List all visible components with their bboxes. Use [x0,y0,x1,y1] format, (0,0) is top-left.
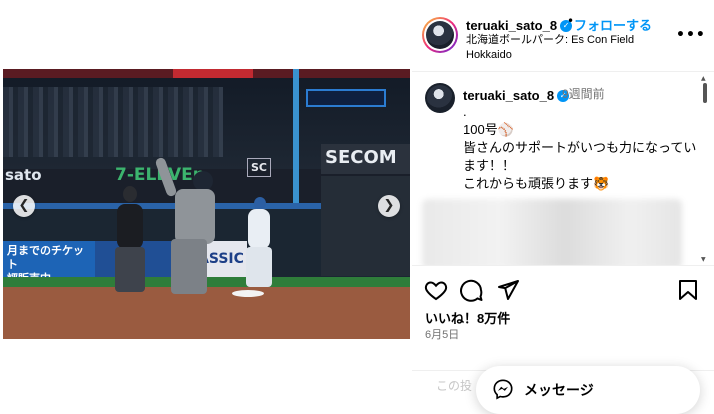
umpire-head [123,186,137,202]
bookmark-save-icon[interactable] [676,278,700,302]
messenger-icon [493,379,513,400]
scroll-down-icon[interactable]: ▼ [701,256,706,263]
runner-body [175,189,215,244]
caption-avatar[interactable] [425,83,455,113]
logo-secom: SECOM [321,144,410,174]
umpire-legs [115,247,145,292]
ad-ticket-text: 月までのチケット 評販売中 [3,241,95,285]
next-arrow-icon[interactable]: ❯ [378,195,400,217]
share-send-icon[interactable] [496,278,520,302]
header-username-row: teruaki_sato_8 ✓ [466,15,573,34]
more-options-icon[interactable]: ••• [676,27,706,43]
top-banner-red [173,69,253,78]
post-date: 6月5日 [425,329,460,341]
post-panel: teruaki_sato_8 ✓ • フォローする 北海道ボールパーク: Es C… [412,0,714,409]
scroll-up-icon[interactable]: ▲ [701,75,706,82]
comment-input-placeholder[interactable]: この投 [436,377,472,394]
username-link[interactable]: teruaki_sato_8 [466,18,557,33]
crowd [3,87,223,157]
post-header: teruaki_sato_8 ✓ • フォローする 北海道ボールパーク: Es C… [412,0,714,72]
caption-username-row: teruaki_sato_8 ✓ [463,85,570,104]
runner-helmet [193,171,213,191]
follow-button[interactable]: フォローする [574,15,652,34]
comment-bubble-icon[interactable] [460,278,484,302]
scrollbar-thumb[interactable] [703,83,707,103]
caption-username-link[interactable]: teruaki_sato_8 [463,88,554,103]
blurred-comment [422,199,682,265]
media-area: sato 7-ELEVEn SC SECOM 月までのチケット 評販売中 ASS… [0,0,412,409]
like-count[interactable]: いいね！8万件 [425,308,510,327]
logo-sato: sato [5,166,42,184]
post-photo[interactable]: sato 7-ELEVEn SC SECOM 月までのチケット 評販売中 ASS… [3,69,410,339]
runner-legs [171,239,207,294]
dugout-wall [321,176,410,276]
logo-small: SC [247,158,271,177]
post-time[interactable]: 9週間前 [562,85,605,102]
umpire-body [117,204,143,249]
messages-button[interactable]: メッセージ [476,366,700,414]
messages-label: メッセージ [524,382,594,398]
infield-dirt [3,287,410,339]
base [232,290,264,297]
caption-area: teruaki_sato_8 ✓ 9週間前 . 100号⚾ 皆さんのサポートがいつ… [412,73,714,265]
fielder-legs [246,247,272,287]
action-bar: いいね！8万件 6月5日 [412,265,714,370]
like-heart-icon[interactable] [424,278,448,302]
caption-text: . 100号⚾ 皆さんのサポートがいつも力になっています！！ これからも頑張りま… [463,104,697,191]
scoreboard [306,89,386,107]
avatar[interactable] [422,17,458,53]
previous-arrow-icon[interactable]: ❮ [13,195,35,217]
location-link[interactable]: 北海道ボールパーク: Es Con Field Hokkaido [466,33,656,63]
fielder-body [248,209,270,249]
